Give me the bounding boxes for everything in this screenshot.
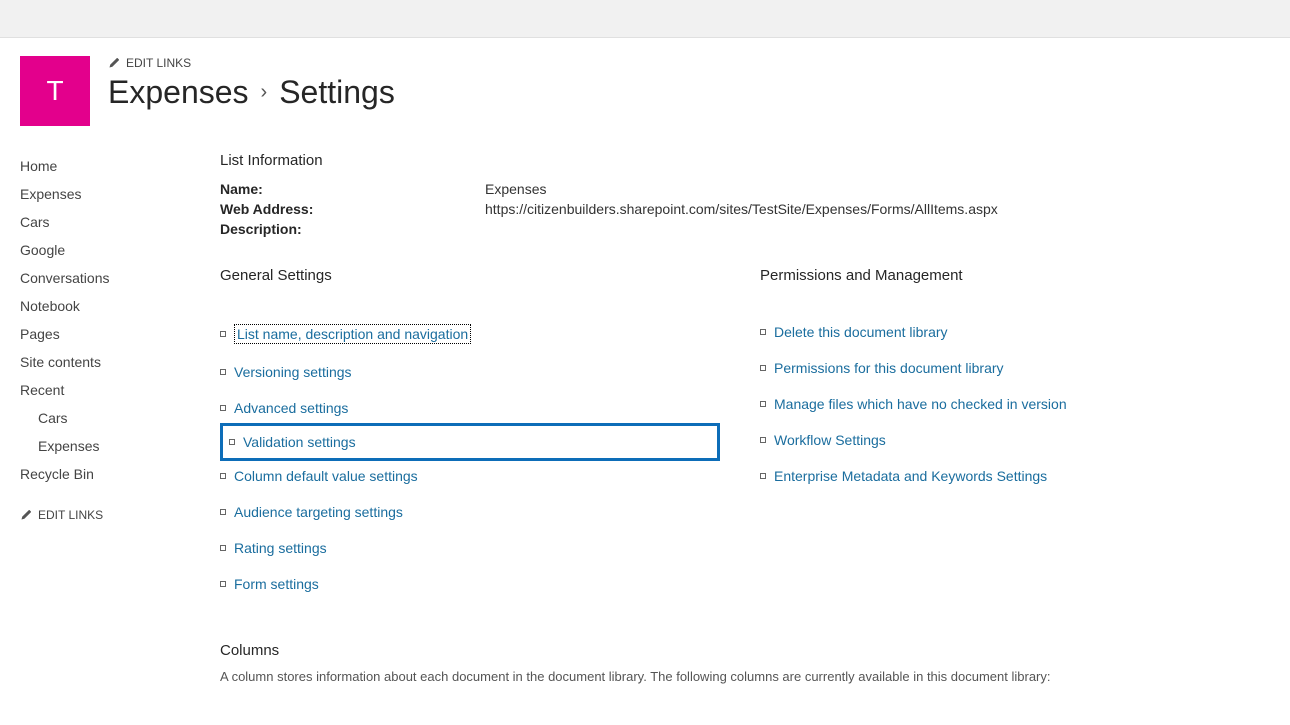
description-label: Description:: [220, 221, 485, 237]
general-item-column-default: Column default value settings: [220, 458, 720, 494]
nav-item[interactable]: Cars: [20, 208, 220, 236]
general-item-form: Form settings: [220, 566, 720, 602]
general-item-list-name: List name, description and navigation: [220, 314, 720, 354]
link-audience-targeting[interactable]: Audience targeting settings: [234, 504, 403, 520]
link-form-settings[interactable]: Form settings: [234, 576, 319, 592]
columns-section: Columns A column stores information abou…: [220, 642, 1260, 684]
nav-item[interactable]: Conversations: [20, 264, 220, 292]
bullet-icon: [220, 509, 226, 515]
general-item-advanced: Advanced settings: [220, 390, 720, 426]
main-content: List Information Name: Expenses Web Addr…: [220, 146, 1290, 684]
pencil-icon: [20, 509, 32, 521]
perm-item-permissions: Permissions for this document library: [760, 350, 1260, 386]
nav-item[interactable]: Pages: [20, 320, 220, 348]
link-enterprise-metadata[interactable]: Enterprise Metadata and Keywords Setting…: [774, 468, 1047, 484]
nav-item[interactable]: Expenses: [20, 180, 220, 208]
bullet-icon: [229, 439, 235, 445]
nav-item[interactable]: Recycle Bin: [20, 460, 220, 488]
left-nav-list: HomeExpensesCarsGoogleConversationsNoteb…: [20, 152, 220, 488]
nav-item[interactable]: Home: [20, 152, 220, 180]
web-address-value: https://citizenbuilders.sharepoint.com/s…: [485, 201, 998, 217]
web-address-label: Web Address:: [220, 201, 485, 217]
bullet-icon: [220, 545, 226, 551]
bullet-icon: [220, 405, 226, 411]
site-logo[interactable]: T: [20, 56, 90, 126]
name-label: Name:: [220, 181, 485, 197]
nav-item[interactable]: Recent: [20, 376, 220, 404]
bullet-icon: [220, 331, 226, 337]
link-workflow-settings[interactable]: Workflow Settings: [774, 432, 886, 448]
perm-item-manage-files: Manage files which have no checked in ve…: [760, 386, 1260, 422]
edit-links-bottom-label: EDIT LINKS: [38, 508, 103, 522]
nav-item[interactable]: Notebook: [20, 292, 220, 320]
permissions-heading: Permissions and Management: [760, 267, 1260, 284]
perm-item-workflow: Workflow Settings: [760, 422, 1260, 458]
bullet-icon: [220, 473, 226, 479]
nav-item[interactable]: Cars: [20, 404, 220, 432]
left-nav: HomeExpensesCarsGoogleConversationsNoteb…: [20, 146, 220, 522]
pencil-icon: [108, 57, 120, 69]
link-manage-unchecked-files[interactable]: Manage files which have no checked in ve…: [774, 396, 1067, 412]
page-header: T EDIT LINKS Expenses › Settings: [0, 38, 1290, 146]
general-settings-heading: General Settings: [220, 267, 720, 284]
permissions-list: Delete this document library Permissions…: [760, 314, 1260, 494]
columns-heading: Columns: [220, 642, 1260, 659]
suite-bar: [0, 0, 1290, 38]
list-info-table: Name: Expenses Web Address: https://citi…: [220, 179, 1260, 239]
link-validation-settings[interactable]: Validation settings: [243, 434, 356, 450]
breadcrumb: Expenses › Settings: [108, 74, 395, 111]
permissions-column: Permissions and Management Delete this d…: [760, 267, 1260, 602]
list-info-heading: List Information: [220, 152, 1260, 169]
perm-item-metadata: Enterprise Metadata and Keywords Setting…: [760, 458, 1260, 494]
link-delete-library[interactable]: Delete this document library: [774, 324, 948, 340]
bullet-icon: [220, 581, 226, 587]
breadcrumb-current: Settings: [279, 74, 395, 111]
general-item-audience: Audience targeting settings: [220, 494, 720, 530]
link-rating-settings[interactable]: Rating settings: [234, 540, 327, 556]
nav-item[interactable]: Site contents: [20, 348, 220, 376]
name-value: Expenses: [485, 181, 546, 197]
link-versioning-settings[interactable]: Versioning settings: [234, 364, 352, 380]
edit-links-bottom[interactable]: EDIT LINKS: [20, 508, 220, 522]
link-list-name-desc-nav[interactable]: List name, description and navigation: [234, 324, 471, 344]
bullet-icon: [760, 365, 766, 371]
bullet-icon: [760, 329, 766, 335]
edit-links-top[interactable]: EDIT LINKS: [108, 56, 395, 70]
columns-description: A column stores information about each d…: [220, 669, 1260, 684]
general-settings-column: General Settings List name, description …: [220, 267, 720, 602]
breadcrumb-parent[interactable]: Expenses: [108, 74, 249, 111]
link-advanced-settings[interactable]: Advanced settings: [234, 400, 348, 416]
general-item-rating: Rating settings: [220, 530, 720, 566]
breadcrumb-separator: ›: [261, 81, 268, 104]
nav-item[interactable]: Google: [20, 236, 220, 264]
bullet-icon: [760, 401, 766, 407]
bullet-icon: [760, 437, 766, 443]
general-item-validation-highlighted: Validation settings: [220, 423, 720, 461]
edit-links-label: EDIT LINKS: [126, 56, 191, 70]
general-item-versioning: Versioning settings: [220, 354, 720, 390]
bullet-icon: [220, 369, 226, 375]
nav-item[interactable]: Expenses: [20, 432, 220, 460]
link-permissions-library[interactable]: Permissions for this document library: [774, 360, 1004, 376]
perm-item-delete: Delete this document library: [760, 314, 1260, 350]
bullet-icon: [760, 473, 766, 479]
link-column-default-value[interactable]: Column default value settings: [234, 468, 418, 484]
general-settings-list: List name, description and navigation Ve…: [220, 314, 720, 602]
